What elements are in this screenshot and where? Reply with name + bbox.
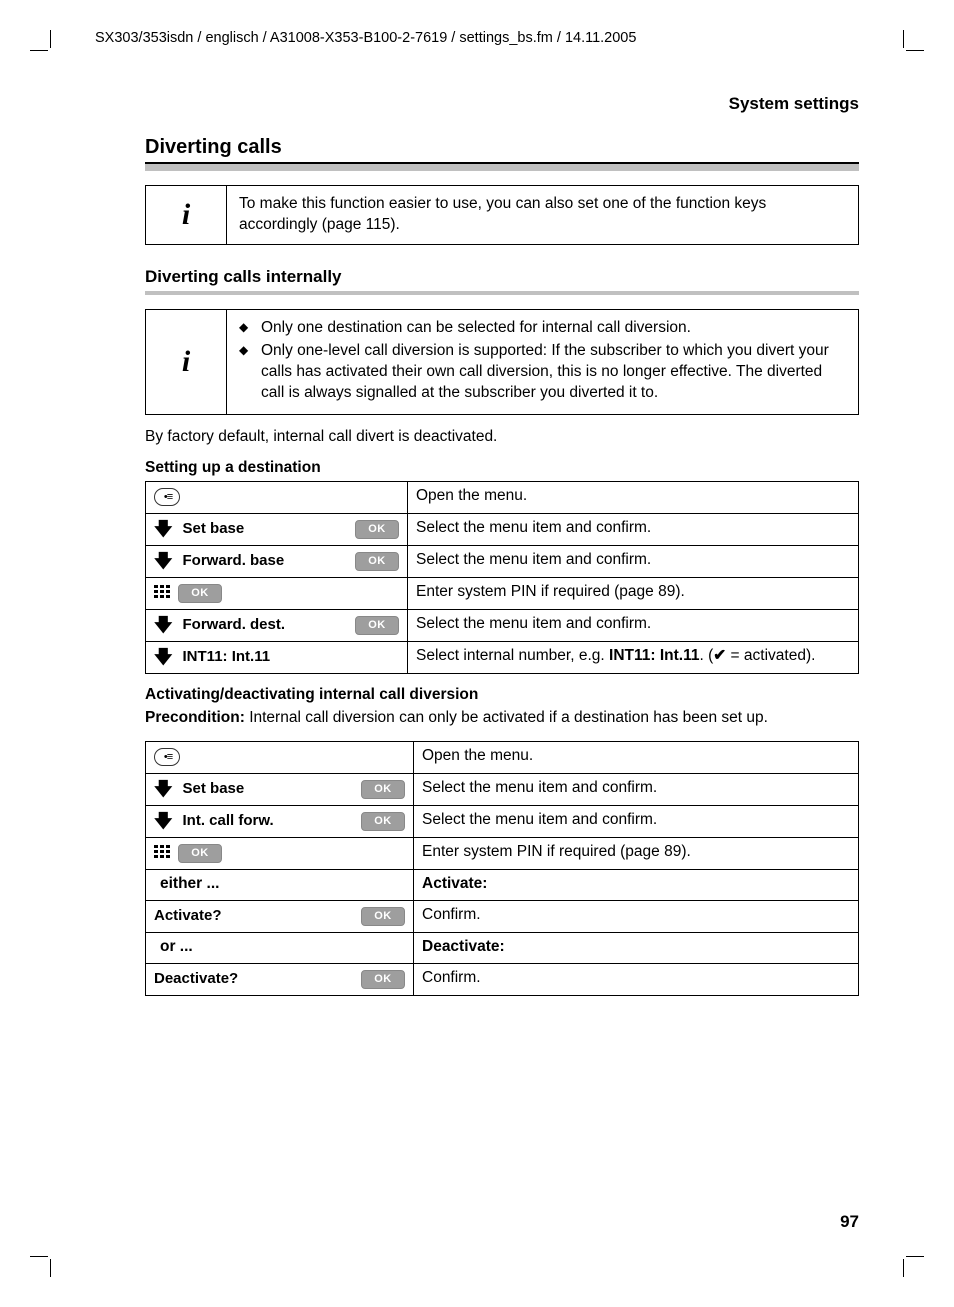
table-row: Deactivate? OK Confirm.	[146, 964, 859, 996]
step-desc: Confirm.	[414, 964, 859, 996]
either-label: either ...	[146, 870, 414, 901]
menu-item-label: Set base	[179, 779, 355, 799]
table-row: Open the menu.	[146, 482, 859, 514]
steps-table-2: Open the menu. 🡇 Set base OK Select the …	[145, 741, 859, 996]
ok-key-icon: OK	[355, 616, 399, 635]
table-row: or ... Deactivate:	[146, 933, 859, 964]
menu-item-label: Int. call forw.	[179, 811, 355, 831]
down-arrow-icon: 🡇	[154, 520, 173, 538]
subsection-rule	[145, 291, 859, 295]
deactivate-header: Deactivate:	[414, 933, 859, 964]
section-rule	[145, 162, 859, 171]
or-label: or ...	[146, 933, 414, 964]
ok-key-icon: OK	[361, 812, 405, 831]
steps-table-1: Open the menu. 🡇 Set base OK Select the …	[145, 481, 859, 674]
ok-key-icon: OK	[178, 584, 222, 603]
ok-key-icon: OK	[355, 520, 399, 539]
bullet-1: Only one destination can be selected for…	[239, 318, 846, 339]
activate-header: Activate:	[414, 870, 859, 901]
prompt-label: Activate?	[154, 906, 355, 926]
heading-destination: Setting up a destination	[145, 459, 859, 477]
ok-key-icon: OK	[361, 970, 405, 989]
info-icon: i	[146, 310, 227, 414]
info-box-2: i Only one destination can be selected f…	[145, 309, 859, 415]
table-row: 🡇 Forward. base OK Select the menu item …	[146, 546, 859, 578]
step-desc: Select the menu item and confirm.	[408, 610, 859, 642]
step-desc: Select internal number, e.g. INT11: Int.…	[408, 642, 859, 674]
menu-item-label: Forward. dest.	[179, 615, 349, 635]
down-arrow-icon: 🡇	[154, 616, 173, 634]
menu-item-label: Set base	[179, 519, 349, 539]
table-row: OK Enter system PIN if required (page 89…	[146, 578, 859, 610]
down-arrow-icon: 🡇	[154, 812, 173, 830]
menu-item-label: INT11: Int.11	[179, 647, 399, 667]
step-desc: Open the menu.	[414, 742, 859, 774]
menu-item-label: Forward. base	[179, 551, 349, 571]
step-desc: Enter system PIN if required (page 89).	[408, 578, 859, 610]
table-row: 🡇 Forward. dest. OK Select the menu item…	[146, 610, 859, 642]
check-icon: ✔	[713, 647, 726, 664]
body-text: By factory default, internal call divert…	[145, 427, 859, 448]
step-desc: Confirm.	[414, 901, 859, 933]
info-icon: i	[146, 186, 227, 244]
ok-key-icon: OK	[355, 552, 399, 571]
table-row: either ... Activate:	[146, 870, 859, 901]
step-desc: Select the menu item and confirm.	[408, 546, 859, 578]
down-arrow-icon: 🡇	[154, 552, 173, 570]
table-row: 🡇 Int. call forw. OK Select the menu ite…	[146, 806, 859, 838]
keypad-icon	[154, 585, 172, 601]
info-text-1: To make this function easier to use, you…	[227, 186, 858, 244]
subsection-title: Diverting calls internally	[145, 267, 859, 287]
step-desc: Select the menu item and confirm.	[414, 774, 859, 806]
down-arrow-icon: 🡇	[154, 648, 173, 666]
running-head: System settings	[95, 94, 859, 114]
step-desc: Enter system PIN if required (page 89).	[414, 838, 859, 870]
menu-icon	[154, 748, 180, 766]
table-row: 🡇 INT11: Int.11 Select internal number, …	[146, 642, 859, 674]
prompt-label: Deactivate?	[154, 969, 355, 989]
step-desc: Open the menu.	[408, 482, 859, 514]
table-row: OK Enter system PIN if required (page 89…	[146, 838, 859, 870]
doc-path: SX303/353isdn / englisch / A31008-X353-B…	[95, 30, 859, 46]
precondition: Precondition: Internal call diversion ca…	[145, 708, 859, 729]
section-title: Diverting calls	[145, 136, 859, 159]
heading-activate: Activating/deactivating internal call di…	[145, 686, 859, 704]
table-row: Activate? OK Confirm.	[146, 901, 859, 933]
ok-key-icon: OK	[178, 844, 222, 863]
info-box-1: i To make this function easier to use, y…	[145, 185, 859, 245]
step-desc: Select the menu item and confirm.	[414, 806, 859, 838]
info-bullets: Only one destination can be selected for…	[239, 318, 846, 404]
step-desc: Select the menu item and confirm.	[408, 514, 859, 546]
ok-key-icon: OK	[361, 907, 405, 926]
menu-icon	[154, 488, 180, 506]
down-arrow-icon: 🡇	[154, 780, 173, 798]
ok-key-icon: OK	[361, 780, 405, 799]
table-row: 🡇 Set base OK Select the menu item and c…	[146, 514, 859, 546]
page-number: 97	[840, 1212, 859, 1232]
table-row: 🡇 Set base OK Select the menu item and c…	[146, 774, 859, 806]
bullet-2: Only one-level call diversion is support…	[239, 341, 846, 404]
table-row: Open the menu.	[146, 742, 859, 774]
keypad-icon	[154, 845, 172, 861]
